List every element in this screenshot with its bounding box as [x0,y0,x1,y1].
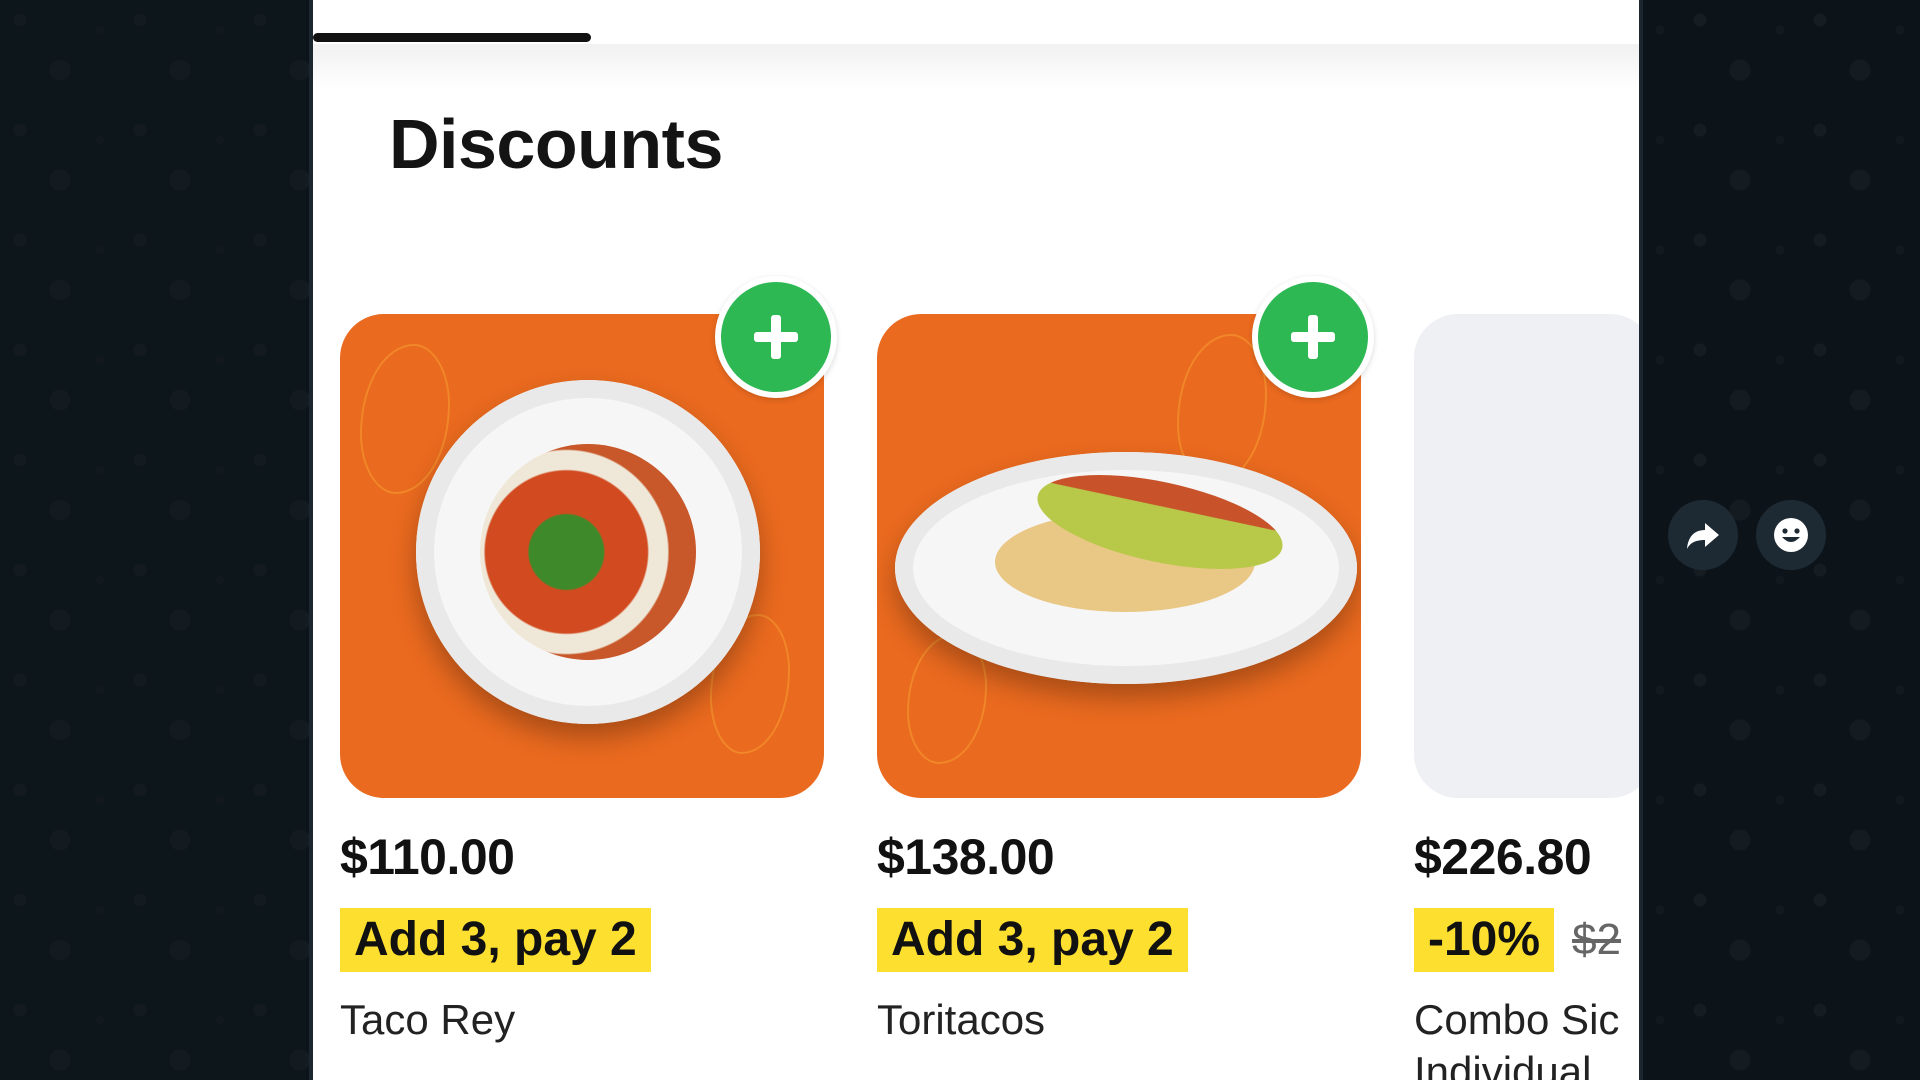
plate [416,380,760,724]
product-name[interactable]: Toritacos [877,994,1361,1046]
message-actions [1668,500,1826,570]
tab-bar [313,0,1639,44]
product-card[interactable]: $226.80 -10% $2 Combo Sic Individual [1414,314,1639,1080]
add-button[interactable] [715,276,837,398]
promo-badge: Add 3, pay 2 [340,908,651,972]
plate [895,452,1357,684]
product-card[interactable]: $110.00 Add 3, pay 2 Taco Rey [340,276,837,1046]
promo-badge: Add 3, pay 2 [877,908,1188,972]
plus-icon [754,315,798,359]
product-price: $226.80 [1414,829,1592,885]
promo-badge: -10% [1414,908,1555,972]
product-name[interactable]: Taco Rey [340,994,824,1046]
product-image-placeholder[interactable] [1414,314,1639,798]
section-title: Discounts [389,105,723,183]
left-panel [0,0,306,1080]
promo-row: -10% $2 [1414,908,1639,972]
product-card[interactable]: $138.00 Add 3, pay 2 Toritacos [877,276,1374,1046]
active-tab-indicator [313,33,591,42]
original-price: $2 [1572,915,1622,964]
product-name-line: Combo Sic [1414,996,1620,1043]
shared-screenshot[interactable]: Discounts $110.00 Add 3, pay 2 Taco Rey [309,0,1643,1080]
product-price: $138.00 [877,829,1055,885]
forward-button[interactable] [1668,500,1738,570]
product-price: $110.00 [340,829,515,885]
react-button[interactable] [1756,500,1826,570]
tab-bar-shadow [313,44,1639,90]
forward-icon [1687,523,1719,549]
product-name-line: Individual [1414,1048,1592,1080]
promo-row: Add 3, pay 2 [877,908,1361,972]
plus-icon [1291,315,1335,359]
promo-row: Add 3, pay 2 [340,908,824,972]
product-name[interactable]: Combo Sic Individual [1414,994,1639,1080]
add-button[interactable] [1252,276,1374,398]
emoji-icon [1774,518,1808,552]
taco-food [480,444,696,660]
